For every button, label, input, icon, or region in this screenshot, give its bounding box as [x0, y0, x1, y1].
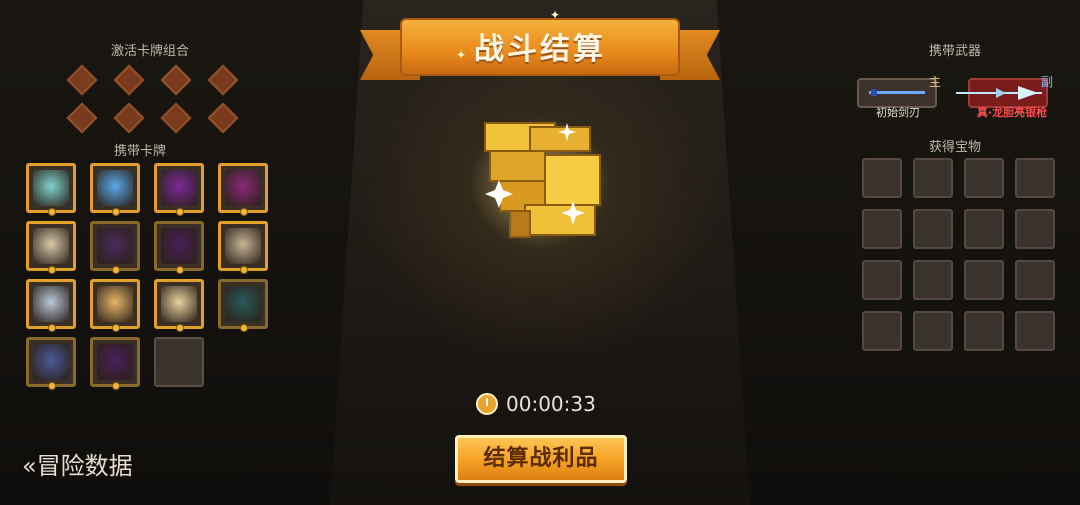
card-slot[interactable]: [90, 279, 140, 332]
treasure-slot[interactable]: [862, 158, 902, 198]
adventure-data-link[interactable]: «冒险数据: [22, 446, 133, 481]
treasure-slot[interactable]: [862, 311, 902, 351]
settle-loot-button[interactable]: 结算战利品: [455, 435, 627, 483]
page-title: 战斗结算: [474, 32, 606, 67]
card-slot[interactable]: [154, 221, 204, 274]
card-slot[interactable]: [154, 163, 204, 216]
card-art-icon: [97, 170, 133, 206]
treasure-slot[interactable]: [913, 260, 953, 300]
card-slot[interactable]: [90, 337, 140, 390]
treasure-title: 获得宝物: [928, 140, 981, 155]
sub-weapon-name: 真·龙胆亮银枪: [976, 106, 1048, 119]
sparkle-icon: ✦: [550, 8, 561, 22]
card-level-gem-icon: [112, 266, 120, 274]
card-level-gem-icon: [48, 266, 56, 274]
card-slot[interactable]: [26, 221, 76, 274]
card-level-gem-icon: [112, 208, 120, 216]
main-weapon-name: 初始剑刃: [876, 106, 920, 119]
card-slot[interactable]: [90, 221, 140, 274]
sparkle-icon: ✦: [456, 48, 467, 62]
card-slot[interactable]: [154, 279, 204, 332]
card-level-gem-icon: [176, 266, 184, 274]
card-slot[interactable]: [26, 163, 76, 216]
treasure-slot[interactable]: [1015, 311, 1055, 351]
main-weapon-tag: 主: [929, 75, 942, 89]
timer-text: 00:00:33: [506, 392, 596, 416]
card-art-icon: [97, 344, 133, 380]
card-slot[interactable]: [218, 221, 268, 274]
spear-icon: [956, 86, 1042, 100]
cards-title: 携带卡牌: [113, 144, 166, 159]
battle-result-banner: 战斗结算 ✦ ✦: [360, 8, 720, 88]
card-art-icon: [161, 170, 197, 206]
card-slot[interactable]: [26, 337, 76, 390]
treasure-slot[interactable]: [964, 311, 1004, 351]
treasure-slot[interactable]: [964, 209, 1004, 249]
card-art-icon: [33, 170, 69, 206]
treasure-slot[interactable]: [862, 260, 902, 300]
treasure-slot[interactable]: [1015, 158, 1055, 198]
combos-title: 激活卡牌组合: [110, 44, 189, 59]
clock-icon: [476, 393, 498, 415]
card-art-icon: [33, 344, 69, 380]
treasure-slot[interactable]: [1015, 209, 1055, 249]
card-art-icon: [97, 228, 133, 264]
card-art-icon: [225, 170, 261, 206]
card-level-gem-icon: [48, 208, 56, 216]
treasure-slot[interactable]: [913, 311, 953, 351]
card-level-gem-icon: [112, 382, 120, 390]
sub-weapon-tag: 副: [1041, 75, 1054, 89]
treasure-slot[interactable]: [913, 209, 953, 249]
gold-treasure-icon: [470, 117, 610, 249]
card-level-gem-icon: [48, 382, 56, 390]
treasure-slot[interactable]: [862, 209, 902, 249]
card-slot[interactable]: [218, 279, 268, 332]
treasure-slot[interactable]: [964, 158, 1004, 198]
card-level-gem-icon: [176, 324, 184, 332]
card-slot[interactable]: [26, 279, 76, 332]
card-level-gem-icon: [112, 324, 120, 332]
sword-icon: [869, 89, 925, 96]
treasure-slot[interactable]: [913, 158, 953, 198]
card-art-icon: [97, 286, 133, 322]
battle-timer: 00:00:33: [476, 392, 596, 416]
card-level-gem-icon: [240, 208, 248, 216]
card-level-gem-icon: [176, 208, 184, 216]
card-art-icon: [225, 228, 261, 264]
treasure-slot[interactable]: [1015, 260, 1055, 300]
empty-card-slot[interactable]: [154, 337, 204, 387]
card-art-icon: [161, 286, 197, 322]
card-art-icon: [225, 286, 261, 322]
weapons-title: 携带武器: [928, 44, 981, 59]
treasure-slot[interactable]: [964, 260, 1004, 300]
card-art-icon: [33, 286, 69, 322]
card-art-icon: [33, 228, 69, 264]
card-slot[interactable]: [90, 163, 140, 216]
card-level-gem-icon: [240, 266, 248, 274]
card-art-icon: [161, 228, 197, 264]
card-slot[interactable]: [218, 163, 268, 216]
card-level-gem-icon: [48, 324, 56, 332]
card-level-gem-icon: [240, 324, 248, 332]
